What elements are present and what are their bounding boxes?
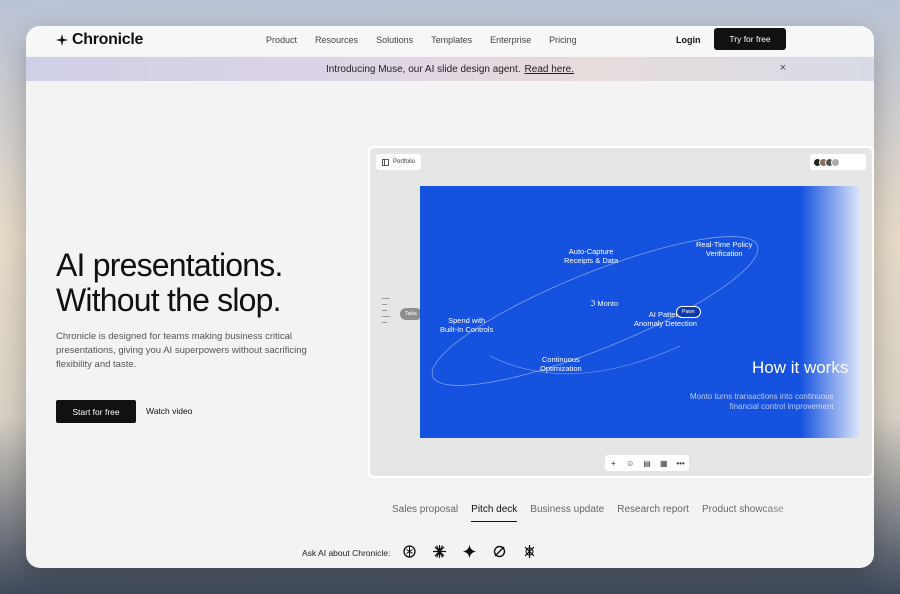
hero-title: AI presentations. Without the slop.	[56, 248, 283, 318]
close-icon[interactable]: ×	[780, 62, 786, 74]
nav-link-product[interactable]: Product	[266, 35, 297, 45]
layout-icon[interactable]: ▤	[641, 459, 653, 468]
editor-toolbar: + ☺ ▤ ▦ •••	[605, 455, 689, 471]
slide-canvas[interactable]: Spend with Built-In Controls Auto-Captur…	[420, 186, 860, 438]
hero-title-line-1: AI presentations.	[56, 247, 283, 283]
nav-links: Product Resources Solutions Templates En…	[266, 35, 577, 45]
try-for-free-button[interactable]: Try for free	[714, 28, 786, 50]
collaborator-cursor-tag: Taika	[400, 308, 422, 320]
app-preview: Portfolio Taika Spend with Built-In Cont…	[368, 146, 874, 478]
logo[interactable]: Chronicle	[56, 31, 143, 49]
nav-link-solutions[interactable]: Solutions	[376, 35, 413, 45]
portfolio-label: Portfolio	[393, 159, 416, 165]
hero-title-line-2: Without the slop.	[56, 282, 282, 318]
sidebar-toggle-icon	[382, 158, 389, 166]
more-icon[interactable]: •••	[675, 459, 687, 468]
start-for-free-button[interactable]: Start for free	[56, 400, 136, 423]
logo-text: Chronicle	[72, 31, 144, 48]
grid-icon[interactable]: ▦	[658, 459, 670, 468]
hero-description: Chronicle is designed for teams making b…	[56, 331, 307, 370]
grok-icon[interactable]	[522, 544, 537, 559]
chronicle-logo-icon	[56, 34, 68, 46]
tab-pitch-deck[interactable]: Pitch deck	[471, 504, 518, 522]
emoji-icon[interactable]: ☺	[624, 459, 636, 468]
nav-link-enterprise[interactable]: Enterprise	[490, 35, 531, 45]
avatar	[831, 157, 840, 167]
nav-link-templates[interactable]: Templates	[431, 35, 472, 45]
brand-mark: ℑ Monto	[590, 299, 618, 308]
slide-fade-overlay	[800, 186, 860, 438]
announcement-banner: Introducing Muse, our AI slide design ag…	[26, 57, 874, 81]
tab-sales-proposal[interactable]: Sales proposal	[392, 504, 458, 522]
banner-text: Introducing Muse, our AI slide design ag…	[325, 63, 521, 75]
brand-label: Monto	[597, 299, 619, 308]
template-tabs: Sales proposal Pitch deck Business updat…	[392, 504, 784, 522]
nav-link-pricing[interactable]: Pricing	[549, 35, 577, 45]
ai-assistant-links	[402, 544, 537, 559]
tab-business-update[interactable]: Business update	[530, 504, 604, 522]
tab-research-report[interactable]: Research report	[617, 504, 689, 522]
nav-link-resources[interactable]: Resources	[315, 35, 358, 45]
step-spend-label: Spend with Built-In Controls	[440, 316, 494, 334]
banner-read-link[interactable]: Read here.	[525, 64, 574, 75]
collaborator-cursor-tag: Pawn	[676, 306, 701, 318]
gemini-icon[interactable]	[462, 544, 477, 559]
login-link[interactable]: Login	[676, 35, 701, 45]
openai-icon[interactable]	[402, 544, 417, 559]
step-optimization-label: Continuous Optimization	[540, 355, 582, 373]
watch-video-button[interactable]: Watch video	[146, 406, 192, 416]
browser-window: Chronicle Product Resources Solutions Te…	[26, 26, 874, 568]
top-nav: Chronicle Product Resources Solutions Te…	[26, 26, 874, 56]
step-capture-label: Auto-Capture Receipts & Data	[564, 247, 619, 265]
ask-ai-label: Ask AI about Chronicle:	[302, 548, 391, 558]
perplexity-icon[interactable]	[492, 544, 507, 559]
collaborator-avatars[interactable]	[810, 154, 866, 170]
slide-ruler	[382, 298, 390, 328]
claude-icon[interactable]	[432, 544, 447, 559]
tabs-fade-overlay	[756, 496, 874, 526]
add-icon[interactable]: +	[607, 459, 619, 468]
step-policy-label: Real-Time Policy Verification	[696, 240, 753, 258]
portfolio-chip[interactable]: Portfolio	[376, 154, 422, 170]
